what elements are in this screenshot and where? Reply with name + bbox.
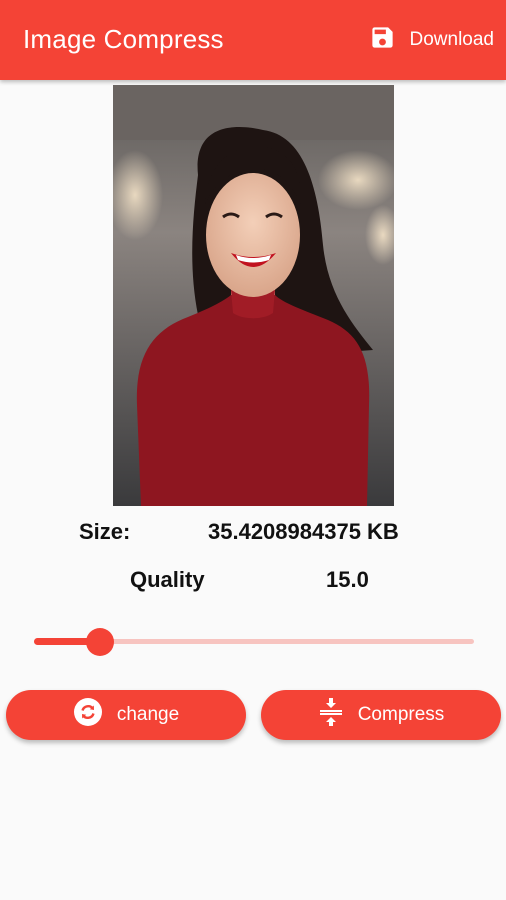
compress-button[interactable]: Compress [261,690,501,740]
slider-thumb[interactable] [86,628,114,656]
quality-label: Quality [130,567,205,592]
selected-photo [113,85,394,506]
compress-label: Compress [357,704,445,725]
size-label: Size: [79,519,131,544]
compress-icon [318,697,344,733]
size-value: 35.4208984375 KB [208,519,399,544]
app-title: Image Compress [23,24,224,54]
change-button[interactable]: change [6,690,246,740]
app-bar: Image Compress Download [0,0,506,80]
change-label: change [116,704,180,725]
download-button[interactable]: Download [369,24,495,56]
quality-slider[interactable] [34,626,474,658]
download-label: Download [409,29,495,50]
save-icon [369,24,396,56]
quality-value: 15.0 [326,567,369,592]
refresh-icon [73,697,103,733]
